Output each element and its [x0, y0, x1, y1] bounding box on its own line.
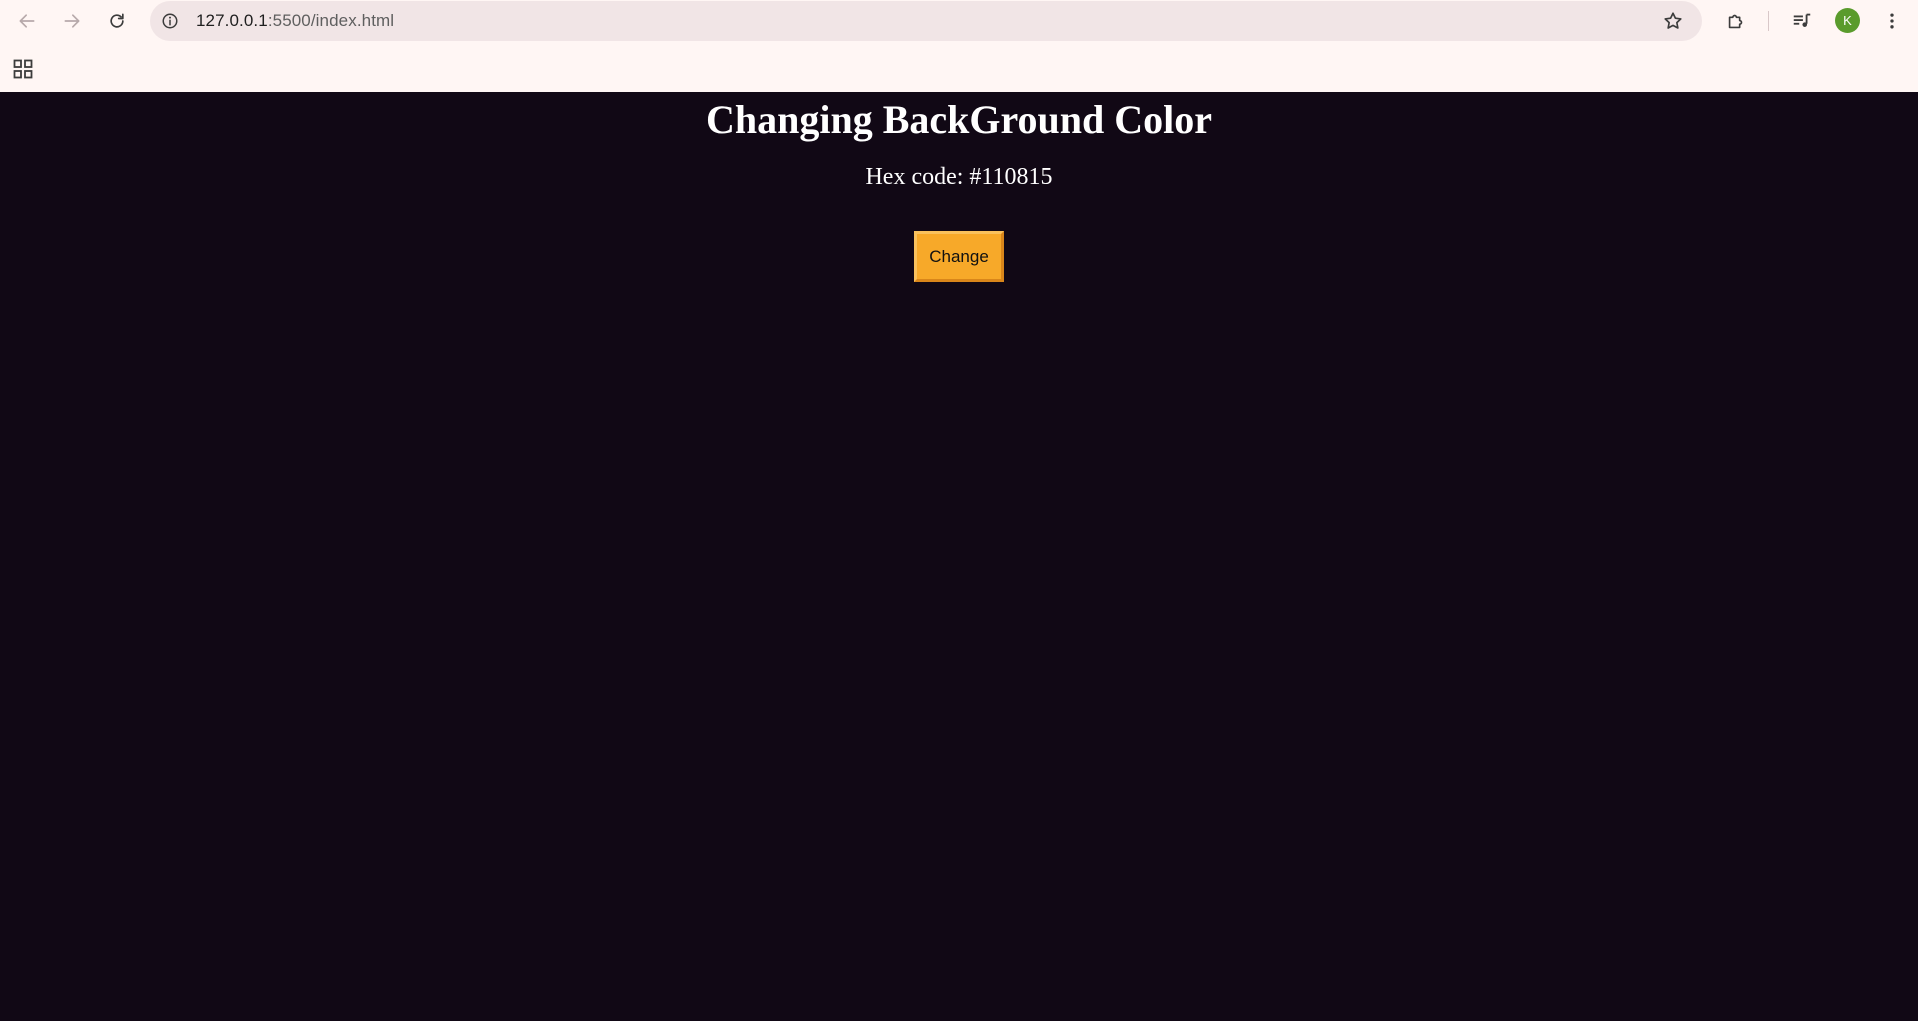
star-icon[interactable]	[1662, 10, 1684, 32]
browser-menu-button[interactable]	[1876, 5, 1908, 37]
address-bar[interactable]: 127.0.0.1:5500/index.html	[150, 1, 1702, 41]
media-button[interactable]	[1786, 5, 1818, 37]
change-button[interactable]: Change	[914, 231, 1004, 282]
extensions-button[interactable]	[1720, 5, 1752, 37]
reload-button[interactable]	[101, 5, 133, 37]
arrow-left-icon	[19, 14, 35, 28]
browser-toolbar: 127.0.0.1:5500/index.html K	[0, 0, 1918, 42]
url-text[interactable]: 127.0.0.1:5500/index.html	[196, 1, 394, 41]
url-path: :5500/index.html	[267, 11, 395, 30]
puzzle-icon	[1728, 14, 1743, 29]
reload-icon	[110, 13, 124, 28]
page-title: Changing BackGround Color	[705, 97, 1213, 142]
profile-avatar[interactable]: K	[1835, 8, 1860, 33]
bookmarks-bar	[0, 42, 1918, 92]
back-button[interactable]	[11, 5, 43, 37]
arrow-right-icon	[64, 14, 80, 28]
apps-grid-icon[interactable]	[10, 56, 36, 82]
toolbar-divider	[1768, 11, 1769, 31]
url-host: 127.0.0.1	[196, 11, 268, 30]
page-viewport: Changing BackGround Color Hex code: #110…	[0, 92, 1918, 1021]
info-icon[interactable]	[160, 11, 180, 31]
hex-code-text: Hex code: #110815	[865, 164, 1053, 190]
kebab-menu-icon	[1890, 13, 1894, 29]
media-queue-icon	[1793, 13, 1811, 27]
forward-button[interactable]	[56, 5, 88, 37]
